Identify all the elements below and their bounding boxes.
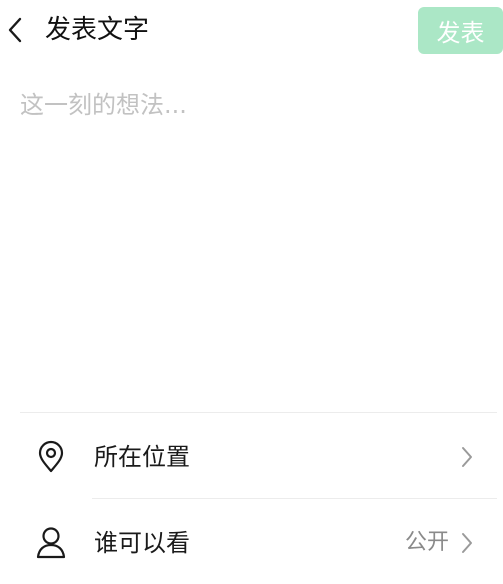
person-icon (34, 526, 68, 560)
location-label: 所在位置 (94, 443, 190, 471)
divider (92, 498, 497, 499)
location-pin-icon (34, 440, 68, 474)
page-title: 发表文字 (45, 15, 150, 45)
location-option[interactable]: 所在位置 (0, 418, 503, 498)
divider (20, 412, 497, 413)
visibility-value: 公开 (404, 530, 449, 555)
visibility-label: 谁可以看 (94, 529, 190, 557)
chevron-left-icon (8, 17, 22, 43)
back-button[interactable] (2, 14, 28, 46)
chevron-right-icon (458, 444, 476, 470)
chevron-right-icon (458, 530, 476, 556)
visibility-option[interactable]: 谁可以看 公开 (0, 504, 503, 584)
post-text-input[interactable] (20, 85, 480, 385)
header: 发表文字 发表 (0, 0, 503, 60)
publish-button[interactable]: 发表 (418, 7, 503, 54)
